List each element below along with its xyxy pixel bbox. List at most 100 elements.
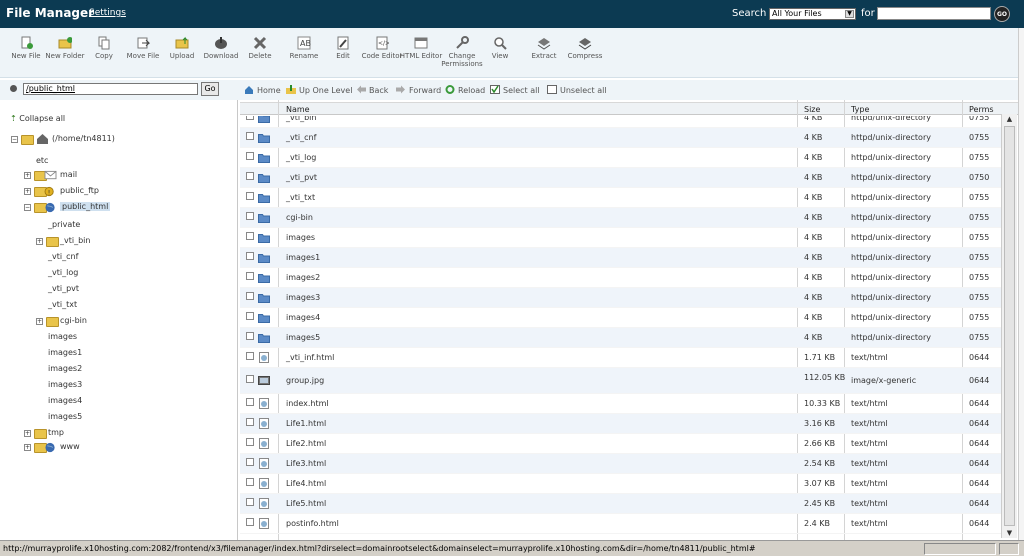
tree-node-private[interactable]: _private [48, 220, 80, 229]
file-name[interactable]: Life3.html [286, 459, 326, 468]
table-row[interactable]: _vti_pvt 4 KB httpd/unix-directory 0750 [240, 168, 1002, 188]
file-perms[interactable]: 0755 [969, 193, 989, 202]
tree-node-www[interactable]: www [60, 442, 80, 451]
nav-up-one-level[interactable]: Up One Level [286, 85, 352, 95]
row-checkbox[interactable] [246, 152, 254, 160]
row-checkbox[interactable] [246, 192, 254, 200]
search-go-button[interactable]: GO [994, 6, 1010, 22]
nav-back[interactable]: Back [356, 85, 388, 95]
nav-unselect-all[interactable]: Unselect all [547, 85, 607, 95]
file-name[interactable]: _vti_cnf [286, 133, 316, 142]
file-perms[interactable]: 0644 [969, 399, 989, 408]
tree-node-vti-log[interactable]: _vti_log [48, 268, 78, 277]
file-list-scrollbar[interactable]: ▲ ▼ [1001, 114, 1017, 538]
row-checkbox[interactable] [246, 172, 254, 180]
collapse-all-link[interactable]: ⇡ Collapse all [10, 114, 65, 123]
file-perms[interactable]: 0750 [969, 173, 989, 182]
row-checkbox[interactable] [246, 438, 254, 446]
expand-toggle-icon[interactable]: + [24, 444, 31, 451]
tree-node-images4[interactable]: images4 [48, 396, 82, 405]
nav-reload[interactable]: Reload [445, 85, 485, 95]
file-perms[interactable]: 0755 [969, 233, 989, 242]
tree-node-images1[interactable]: images1 [48, 348, 82, 357]
toolbar-button-delete[interactable]: Delete [237, 36, 283, 60]
file-perms[interactable]: 0644 [969, 459, 989, 468]
table-row[interactable]: index.html 10.33 KB text/html 0644 [240, 394, 1002, 414]
file-perms[interactable]: 0755 [969, 153, 989, 162]
expand-toggle-icon[interactable]: + [24, 188, 31, 195]
table-row[interactable]: group.jpg 112.05 KB image/x-generic 0644 [240, 368, 1002, 394]
expand-toggle-icon[interactable]: + [36, 318, 43, 325]
file-perms[interactable]: 0755 [969, 253, 989, 262]
expand-toggle-icon[interactable]: + [24, 172, 31, 179]
table-row[interactable]: Life2.html 2.66 KB text/html 0644 [240, 434, 1002, 454]
file-perms[interactable]: 0644 [969, 376, 989, 385]
row-checkbox[interactable] [246, 292, 254, 300]
nav-forward[interactable]: Forward [396, 85, 441, 95]
table-row[interactable]: Life5.html 2.45 KB text/html 0644 [240, 494, 1002, 514]
row-checkbox[interactable] [246, 418, 254, 426]
tree-node-vti-bin[interactable]: _vti_bin [60, 236, 90, 245]
file-name[interactable]: _vti_pvt [286, 173, 317, 182]
toolbar-button-extract[interactable]: Extract [521, 36, 567, 60]
file-perms[interactable]: 0755 [969, 116, 989, 122]
row-checkbox[interactable] [246, 132, 254, 140]
column-header-type[interactable]: Type [851, 105, 869, 114]
file-name[interactable]: images2 [286, 273, 320, 282]
row-checkbox[interactable] [246, 116, 254, 120]
file-name[interactable]: Life4.html [286, 479, 326, 488]
file-perms[interactable]: 0644 [969, 353, 989, 362]
row-checkbox[interactable] [246, 375, 254, 383]
tree-node-vti-cnf[interactable]: _vti_cnf [48, 252, 78, 261]
file-name[interactable]: _vti_inf.html [286, 353, 334, 362]
row-checkbox[interactable] [246, 498, 254, 506]
table-row[interactable]: postinfo.html 2.4 KB text/html 0644 [240, 514, 1002, 534]
scroll-down-icon[interactable]: ▼ [1002, 528, 1017, 538]
file-perms[interactable]: 0755 [969, 313, 989, 322]
file-perms[interactable]: 0644 [969, 419, 989, 428]
nav-select-all[interactable]: Select all [490, 85, 540, 95]
table-row[interactable]: images3 4 KB httpd/unix-directory 0755 [240, 288, 1002, 308]
file-name[interactable]: Life2.html [286, 439, 326, 448]
row-checkbox[interactable] [246, 232, 254, 240]
table-row[interactable]: Life4.html 3.07 KB text/html 0644 [240, 474, 1002, 494]
search-scope-select[interactable]: All Your Files ▼ [769, 8, 856, 20]
table-row[interactable]: images2 4 KB httpd/unix-directory 0755 [240, 268, 1002, 288]
tree-root[interactable]: (/home/tn4811) [52, 134, 115, 143]
file-name[interactable]: cgi-bin [286, 213, 313, 222]
row-checkbox[interactable] [246, 478, 254, 486]
column-header-name[interactable]: Name [286, 105, 310, 114]
tree-node-images5[interactable]: images5 [48, 412, 82, 421]
toolbar-button-view[interactable]: View [477, 36, 523, 60]
table-row[interactable]: _vti_bin 4 KB httpd/unix-directory 0755 [240, 116, 1002, 128]
row-checkbox[interactable] [246, 212, 254, 220]
tree-node-images[interactable]: images [48, 332, 77, 341]
search-input[interactable] [877, 7, 991, 20]
tree-node-public-ftp[interactable]: public_ftp [60, 186, 99, 195]
path-go-button[interactable]: Go [201, 82, 219, 96]
file-name[interactable]: images5 [286, 333, 320, 342]
table-row[interactable]: cgi-bin 4 KB httpd/unix-directory 0755 [240, 208, 1002, 228]
row-checkbox[interactable] [246, 252, 254, 260]
file-name[interactable]: images3 [286, 293, 320, 302]
file-perms[interactable]: 0755 [969, 333, 989, 342]
file-name[interactable]: _vti_txt [286, 193, 315, 202]
table-row[interactable]: images1 4 KB httpd/unix-directory 0755 [240, 248, 1002, 268]
file-name[interactable]: postinfo.html [286, 519, 339, 528]
file-name[interactable]: _vti_bin [286, 116, 316, 122]
tree-node-cgi-bin[interactable]: cgi-bin [60, 316, 87, 325]
table-row[interactable]: _vti_txt 4 KB httpd/unix-directory 0755 [240, 188, 1002, 208]
settings-link[interactable]: Settings [89, 8, 126, 18]
file-name[interactable]: images [286, 233, 315, 242]
row-checkbox[interactable] [246, 312, 254, 320]
row-checkbox[interactable] [246, 272, 254, 280]
table-row[interactable]: _vti_cnf 4 KB httpd/unix-directory 0755 [240, 128, 1002, 148]
file-perms[interactable]: 0755 [969, 213, 989, 222]
scroll-up-icon[interactable]: ▲ [1002, 114, 1017, 124]
file-perms[interactable]: 0644 [969, 479, 989, 488]
table-row[interactable]: _vti_inf.html 1.71 KB text/html 0644 [240, 348, 1002, 368]
tree-node-images2[interactable]: images2 [48, 364, 82, 373]
tree-node-images3[interactable]: images3 [48, 380, 82, 389]
file-name[interactable]: Life5.html [286, 499, 326, 508]
scrollbar-thumb[interactable] [1004, 126, 1015, 526]
